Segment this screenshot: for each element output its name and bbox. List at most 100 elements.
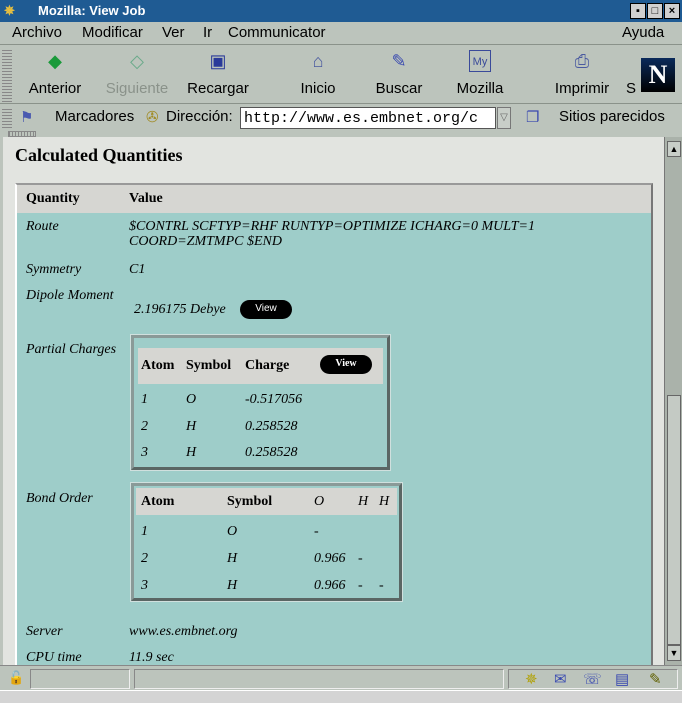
bookmarks-icon[interactable]: ⚑	[20, 108, 33, 126]
partial-charges-label: Partial Charges	[26, 342, 117, 357]
header-o: O	[314, 494, 325, 509]
header-symbol: Symbol	[186, 358, 232, 373]
header-h2: H	[379, 494, 390, 509]
reload-button[interactable]: ▣ Recargar	[183, 46, 253, 97]
charges-view-button[interactable]: View	[320, 355, 372, 374]
header-value: Value	[129, 191, 163, 206]
search-button[interactable]: ✎ Buscar	[370, 46, 428, 97]
url-input[interactable]: http://www.es.embnet.org/c	[240, 107, 496, 129]
menu-archivo[interactable]: Archivo	[12, 24, 62, 41]
print-button[interactable]: ⎙ Imprimir	[550, 46, 614, 97]
navigator-icon[interactable]: ✵	[525, 670, 538, 688]
home-button[interactable]: ⌂ Inicio	[293, 46, 343, 97]
symbol-cell: H	[227, 578, 238, 593]
menu-ver[interactable]: Ver	[162, 24, 185, 41]
vertical-scrollbar[interactable]: ▲ ▼	[664, 137, 682, 665]
back-arrow-icon: ◆	[48, 51, 62, 71]
maximize-button[interactable]: □	[647, 3, 663, 19]
quantities-table: Quantity Value Route $CONTRL SCFTYP=RHF …	[15, 183, 653, 665]
atom-cell: 3	[141, 578, 148, 593]
url-dropdown-icon[interactable]: ▽	[497, 107, 511, 129]
my-mozilla-button[interactable]: My Mozilla	[452, 46, 508, 97]
home-icon: ⌂	[312, 51, 324, 71]
address-icon: ✇	[146, 109, 159, 126]
charge-cell: 0.258528	[245, 419, 298, 434]
route-value-line1: $CONTRL SCFTYP=RHF RUNTYP=OPTIMIZE ICHAR…	[129, 219, 535, 234]
related-sites-button[interactable]: Sitios parecidos	[559, 108, 665, 125]
my-mozilla-icon: My	[469, 50, 491, 72]
server-value: www.es.embnet.org	[129, 624, 238, 639]
atom-cell: 3	[141, 445, 148, 460]
related-sites-icon[interactable]: ❐	[526, 108, 539, 126]
menu-communicator[interactable]: Communicator	[228, 24, 326, 41]
charge-cell: 0.258528	[245, 445, 298, 460]
address-label: Dirección:	[166, 108, 233, 125]
charge-cell: -0.517056	[245, 392, 303, 407]
progress-panel	[30, 669, 130, 689]
header-h1: H	[358, 494, 369, 509]
header-atom: Atom	[141, 358, 175, 373]
symmetry-value: C1	[129, 262, 146, 277]
search-icon: ✎	[391, 51, 407, 71]
bond-order-label: Bond Order	[26, 491, 93, 506]
server-label: Server	[26, 624, 63, 639]
dipole-label: Dipole Moment	[26, 288, 114, 303]
menu-bar: Archivo Modificar Ver Ir Communicator Ay…	[0, 22, 682, 45]
component-bar: ✵ ✉ ☏ ▤ ✎	[508, 669, 678, 689]
scroll-up-icon[interactable]: ▲	[667, 141, 681, 157]
bond-cell: -	[358, 578, 363, 593]
bond-cell: -	[358, 551, 363, 566]
scroll-down-icon[interactable]: ▼	[667, 645, 681, 661]
composer-icon[interactable]: ✎	[649, 670, 662, 688]
navigation-toolbar: ◆ Anterior ◇ Siguiente ▣ Recargar ⌂ Inicio ✎…	[0, 46, 682, 104]
header-atom: Atom	[141, 494, 175, 509]
bond-cell: -	[379, 578, 384, 593]
atom-cell: 2	[141, 551, 148, 566]
locationbar-grip[interactable]	[2, 108, 12, 128]
atom-cell: 1	[141, 392, 148, 407]
symbol-cell: O	[186, 392, 197, 407]
print-icon: ⎙	[574, 51, 590, 71]
route-label: Route	[26, 219, 59, 234]
netscape-logo[interactable]: N	[641, 58, 675, 92]
status-bar: 🔓 ✵ ✉ ☏ ▤ ✎	[0, 665, 682, 690]
menu-modificar[interactable]: Modificar	[82, 24, 143, 41]
atom-cell: 2	[141, 419, 148, 434]
dipole-view-button[interactable]: View	[240, 300, 292, 319]
bond-order-table: Atom Symbol O H H 1O- 2 H 0.966- 3 H 0.966- -	[130, 482, 403, 602]
desktop-taskbar	[0, 690, 682, 703]
scroll-thumb[interactable]	[667, 395, 681, 645]
bond-cell: 0.966	[314, 551, 346, 566]
chat-icon[interactable]: ☏	[583, 670, 602, 688]
back-button[interactable]: ◆ Anterior	[24, 46, 86, 97]
bond-order-header: Atom Symbol O H H	[136, 488, 397, 515]
cpu-time-value: 11.9 sec	[129, 650, 174, 665]
title-bar: ✵ Mozilla: View Job ▪ □ ×	[0, 0, 682, 22]
table-header: Quantity Value	[17, 185, 651, 213]
window-title: Mozilla: View Job	[38, 3, 146, 18]
atom-cell: 1	[141, 524, 148, 539]
menu-ir[interactable]: Ir	[203, 24, 212, 41]
bookmarks-button[interactable]: Marcadores	[55, 108, 134, 125]
bond-cell: -	[314, 524, 319, 539]
bond-cell: 0.966	[314, 578, 346, 593]
header-symbol: Symbol	[227, 494, 273, 509]
symbol-cell: O	[227, 524, 238, 539]
security-lock-icon[interactable]: 🔓	[8, 670, 24, 686]
menu-ayuda[interactable]: Ayuda	[622, 24, 664, 41]
forward-arrow-icon: ◇	[130, 51, 144, 71]
mozilla-wheel-icon[interactable]: ✵	[4, 3, 15, 19]
symbol-cell: H	[186, 419, 197, 434]
forward-button[interactable]: ◇ Siguiente	[102, 46, 172, 97]
mail-icon[interactable]: ✉	[554, 670, 567, 688]
close-button[interactable]: ×	[664, 3, 680, 19]
header-quantity: Quantity	[26, 191, 80, 206]
partial-charges-header: Atom Symbol Charge View	[138, 348, 383, 384]
toolbar-grip[interactable]	[2, 50, 12, 102]
security-button[interactable]: .S	[624, 46, 638, 97]
symbol-cell: H	[186, 445, 197, 460]
addressbook-icon[interactable]: ▤	[615, 670, 629, 688]
minimize-button[interactable]: ▪	[630, 3, 646, 19]
symmetry-label: Symmetry	[26, 262, 82, 277]
symbol-cell: H	[227, 551, 238, 566]
